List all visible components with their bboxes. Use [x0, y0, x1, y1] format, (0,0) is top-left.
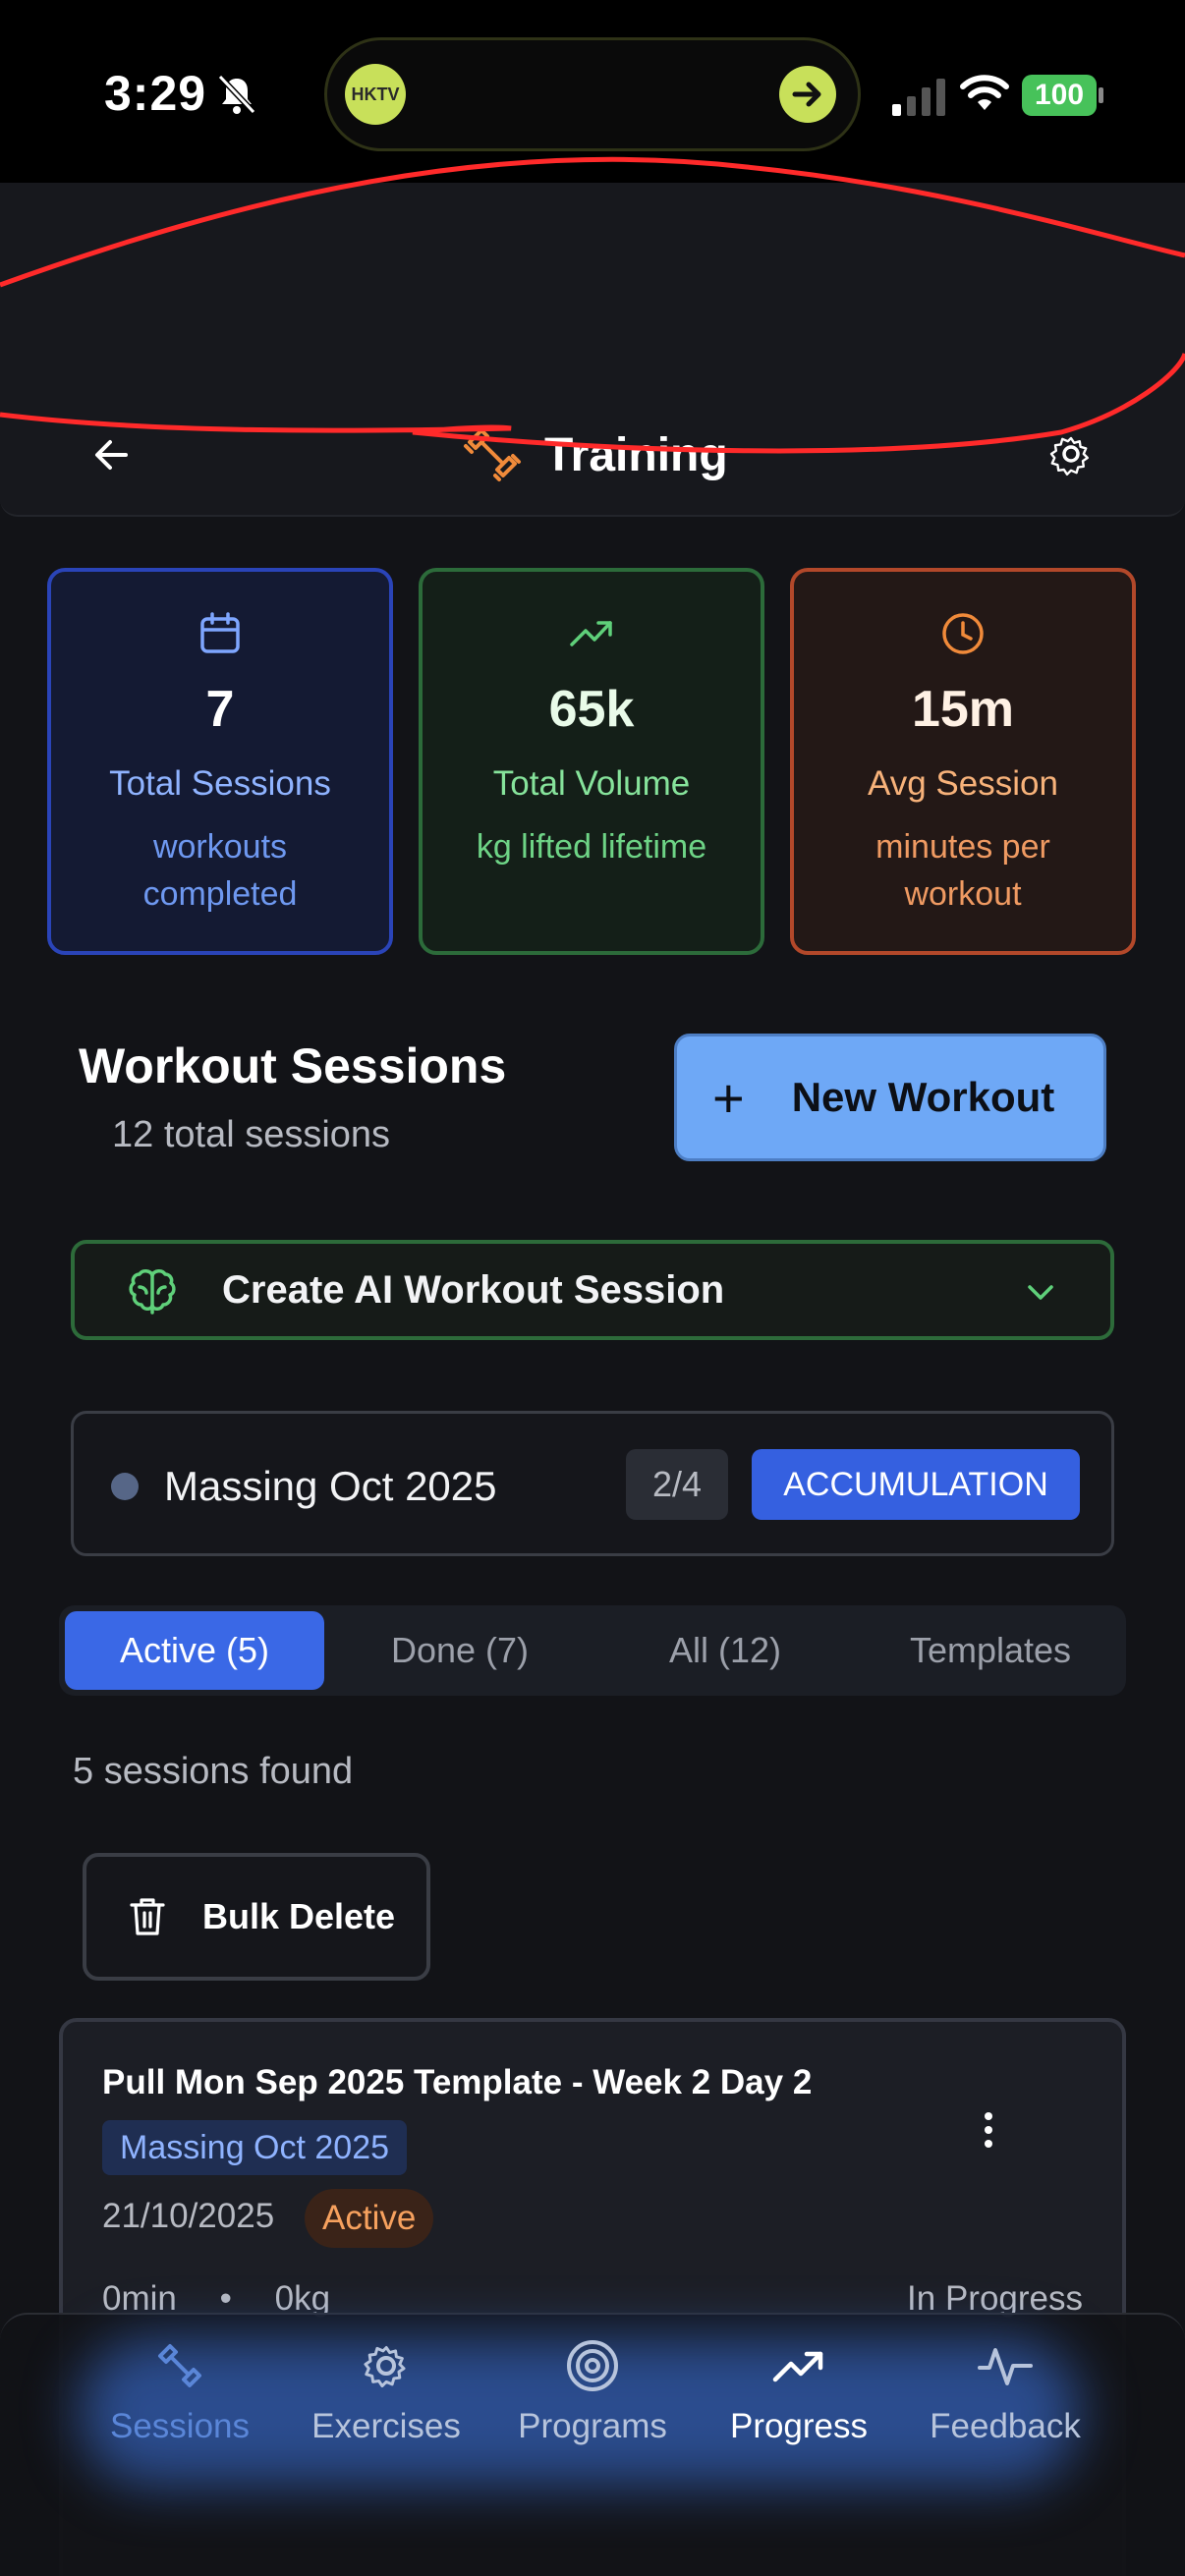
session-status-badge: Active: [305, 2189, 434, 2248]
trash-icon: [130, 1898, 165, 1935]
stat-value: 7: [205, 681, 235, 738]
target-icon: [567, 2340, 618, 2391]
session-date: 21/10/2025: [102, 2197, 275, 2235]
stat-card-total-sessions: 7 Total Sessions workouts completed: [47, 568, 393, 955]
wifi-icon: [960, 75, 1009, 110]
program-status-dot: [111, 1473, 139, 1500]
nav-item-exercises[interactable]: Exercises: [283, 2338, 489, 2456]
stat-label: Total Volume: [492, 764, 691, 803]
create-ai-workout-toggle[interactable]: Create AI Workout Session: [71, 1240, 1114, 1340]
tab-active[interactable]: Active (5): [65, 1611, 324, 1690]
sessions-found-count: 5 sessions found: [73, 1751, 354, 1792]
nav-label: Exercises: [311, 2407, 461, 2445]
bulk-delete-label: Bulk Delete: [202, 1896, 396, 1936]
stat-value: 65k: [548, 681, 635, 738]
gear-icon[interactable]: [1047, 430, 1095, 477]
gear-icon: [364, 2346, 406, 2388]
trend-up-icon: [570, 621, 612, 646]
dumbbell-icon: [464, 428, 521, 481]
battery-indicator: 100: [1022, 75, 1097, 116]
program-phase-badge: ACCUMULATION: [752, 1449, 1080, 1520]
clock-icon: [942, 613, 984, 654]
program-week-badge: 2/4: [626, 1449, 728, 1520]
brain-icon: [129, 1269, 176, 1315]
activity-icon: [978, 2348, 1033, 2385]
section-title: Workout Sessions: [79, 1038, 507, 1093]
stat-label: Total Sessions: [109, 764, 331, 803]
tab-done[interactable]: Done (7): [330, 1611, 590, 1690]
stat-card-avg-session: 15m Avg Session minutes per workout: [790, 568, 1136, 955]
nav-item-programs[interactable]: Programs: [489, 2338, 696, 2456]
nav-item-progress[interactable]: Progress: [696, 2338, 902, 2456]
plus-icon: +: [712, 1066, 745, 1129]
tab-templates[interactable]: Templates: [861, 1611, 1120, 1690]
trend-up-icon: [772, 2351, 823, 2382]
arrow-right-icon: [779, 66, 836, 123]
nav-label: Progress: [729, 2407, 869, 2445]
back-arrow-icon[interactable]: [86, 430, 136, 479]
section-subtitle: 12 total sessions: [112, 1114, 391, 1155]
stat-sub: minutes per workout: [875, 828, 1050, 913]
session-program-tag: Massing Oct 2025: [102, 2120, 408, 2175]
hktv-logo-icon: HKTV: [345, 64, 406, 125]
nav-label: Programs: [518, 2407, 667, 2445]
page-title: Training: [544, 429, 728, 481]
stat-label: Avg Session: [868, 764, 1058, 803]
current-program-card[interactable]: Massing Oct 2025 2/4 ACCUMULATION: [71, 1411, 1114, 1556]
nav-item-feedback[interactable]: Feedback: [902, 2338, 1108, 2456]
nav-label: Sessions: [109, 2407, 251, 2445]
bulk-delete-button[interactable]: Bulk Delete: [83, 1853, 430, 1981]
nav-item-sessions[interactable]: Sessions: [77, 2338, 283, 2456]
more-vertical-icon[interactable]: [983, 2110, 994, 2150]
stat-value: 15m: [911, 681, 1015, 738]
new-workout-label: New Workout: [791, 1074, 1055, 1120]
status-time: 3:29: [104, 66, 207, 121]
nav-label: Feedback: [930, 2407, 1081, 2445]
stat-sub: workouts completed: [142, 828, 298, 913]
battery-nub: [1099, 87, 1103, 103]
status-bar: 3:29 HKTV 100: [0, 0, 1185, 183]
program-name: Massing Oct 2025: [164, 1463, 497, 1509]
calendar-icon: [200, 612, 240, 653]
tab-all[interactable]: All (12): [595, 1611, 855, 1690]
session-title: Pull Mon Sep 2025 Template - Week 2 Day …: [102, 2063, 813, 2101]
dynamic-island[interactable]: HKTV: [324, 37, 861, 151]
bell-muted-icon: [217, 74, 256, 115]
new-workout-button[interactable]: + New Workout: [674, 1034, 1106, 1161]
chevron-down-icon: [1028, 1285, 1053, 1300]
signal-icon: [892, 79, 945, 116]
session-filter-tabs: Active (5) Done (7) All (12) Templates: [59, 1605, 1126, 1696]
stat-card-total-volume: 65k Total Volume kg lifted lifetime: [419, 568, 764, 955]
ai-workout-label: Create AI Workout Session: [222, 1268, 725, 1312]
stat-sub: kg lifted lifetime: [476, 828, 707, 866]
dumbbell-icon: [158, 2344, 201, 2387]
